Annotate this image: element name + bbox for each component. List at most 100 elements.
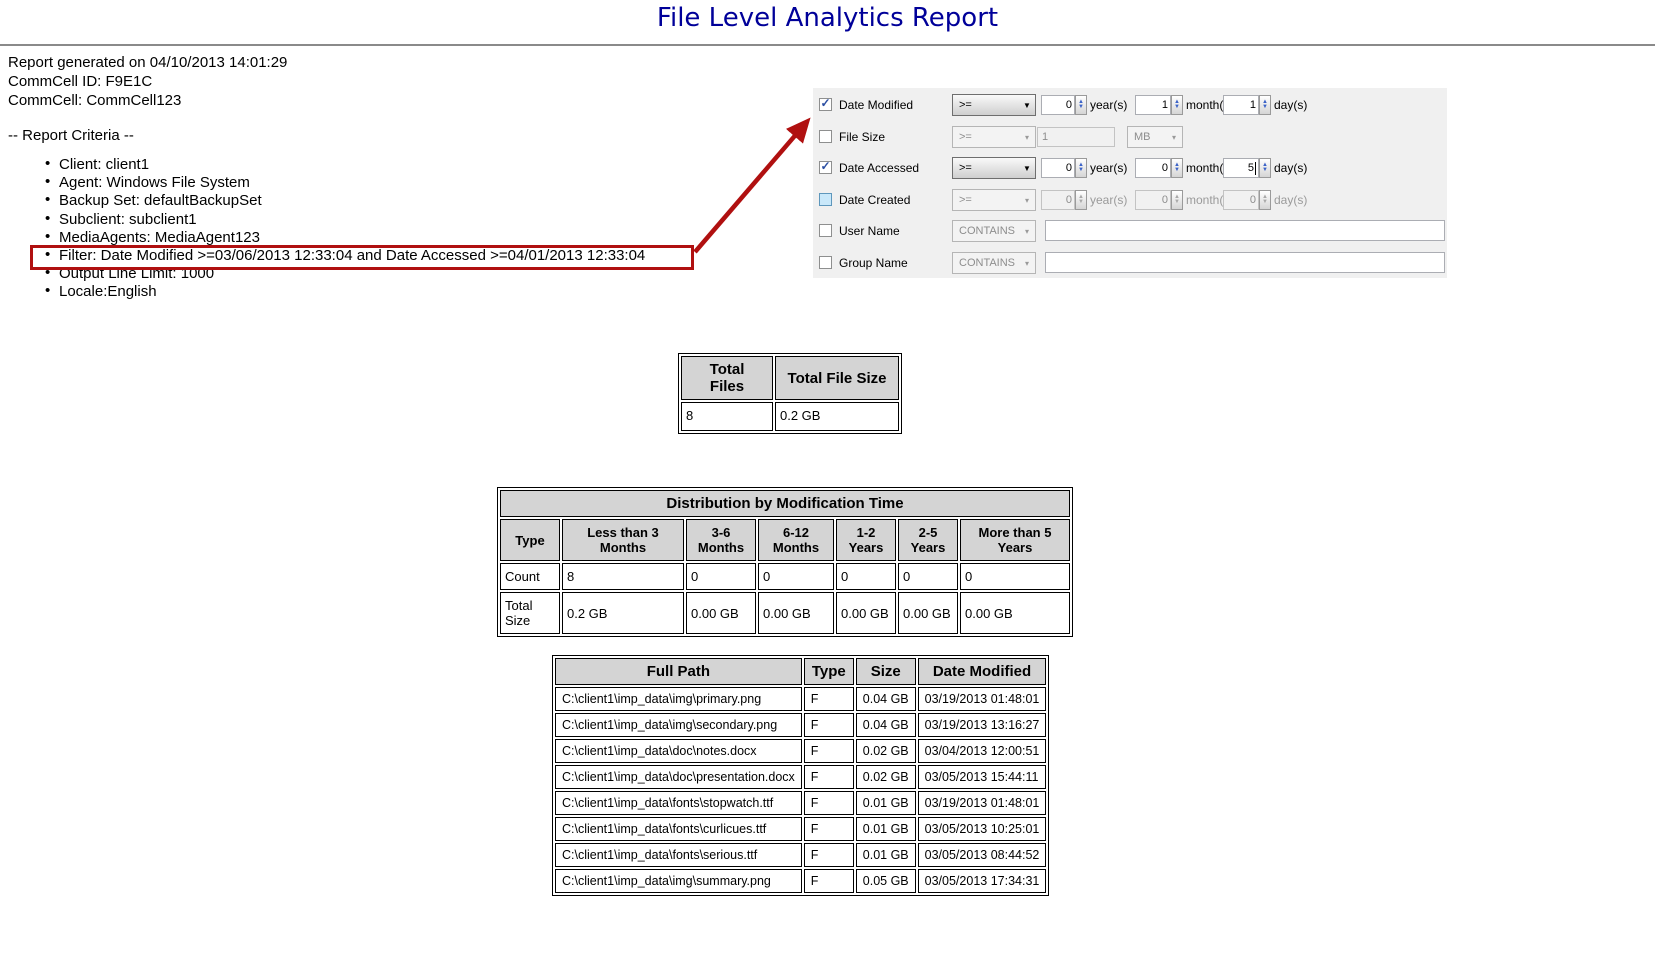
file-path: C:\client1\imp_data\img\secondary.png xyxy=(555,713,802,737)
criteria-item-filter: Filter: Date Modified >=03/06/2013 12:33… xyxy=(45,247,645,265)
criteria-item-agent: Agent: Windows File System xyxy=(45,174,645,192)
file-list-table: Full Path Type Size Date Modified C:\cli… xyxy=(552,655,1049,896)
criteria-heading: -- Report Criteria -- xyxy=(8,127,134,144)
date-accessed-month-input[interactable]: 0 xyxy=(1135,158,1171,178)
user-name-operator-select[interactable]: CONTAINS ▾ xyxy=(952,220,1036,242)
date-created-month-input[interactable]: 0 xyxy=(1135,190,1171,210)
report-meta: Report generated on 04/10/2013 14:01:29 … xyxy=(8,53,287,110)
year-unit-label: year(s) xyxy=(1090,193,1127,207)
file-date: 03/19/2013 01:48:01 xyxy=(918,791,1047,815)
cell: 8 xyxy=(562,563,684,590)
spin-down-icon: ▼ xyxy=(1262,168,1268,173)
cell: 0 xyxy=(960,563,1070,590)
year-value: 0 xyxy=(1066,162,1072,174)
file-date: 03/19/2013 01:48:01 xyxy=(918,687,1047,711)
col-header-type: Type xyxy=(804,658,854,685)
col-header: More than 5 Years xyxy=(960,519,1070,561)
cell: 0 xyxy=(898,563,958,590)
table-header-row: Full Path Type Size Date Modified xyxy=(555,658,1046,685)
date-modified-operator-select[interactable]: >= ▼ xyxy=(952,94,1036,116)
file-type: F xyxy=(804,817,854,841)
file-type: F xyxy=(804,791,854,815)
file-type: F xyxy=(804,713,854,737)
table-row: 8 0.2 GB xyxy=(681,402,899,431)
totals-table: Total Files Total File Size 8 0.2 GB xyxy=(678,353,902,434)
total-file-size-header: Total File Size xyxy=(775,356,899,400)
date-modified-day-stepper[interactable]: ▲▼ xyxy=(1259,95,1271,115)
filter-row-file-size: ✓ File Size >= ▾ 1 MB ▾ xyxy=(813,126,1447,148)
day-unit-label: day(s) xyxy=(1274,98,1307,112)
day-unit-label: day(s) xyxy=(1274,161,1307,175)
cell: 0 xyxy=(836,563,896,590)
date-modified-month-input[interactable]: 1 xyxy=(1135,95,1171,115)
date-modified-checkbox[interactable]: ✓ xyxy=(819,98,832,111)
group-name-operator-select[interactable]: CONTAINS ▾ xyxy=(952,252,1036,274)
col-header-date-modified: Date Modified xyxy=(918,658,1047,685)
table-row: C:\client1\imp_data\fonts\stopwatch.ttf … xyxy=(555,791,1046,815)
date-created-day-input[interactable]: 0 xyxy=(1223,190,1259,210)
file-path: C:\client1\imp_data\fonts\stopwatch.ttf xyxy=(555,791,802,815)
chevron-down-icon: ▾ xyxy=(1166,133,1182,142)
cell: 0 xyxy=(758,563,834,590)
file-type: F xyxy=(804,687,854,711)
month-value: 0 xyxy=(1162,162,1168,174)
date-accessed-checkbox[interactable]: ✓ xyxy=(819,161,832,174)
date-accessed-year-input[interactable]: 0 xyxy=(1041,158,1075,178)
file-size: 0.01 GB xyxy=(856,843,916,867)
date-accessed-month-stepper[interactable]: ▲▼ xyxy=(1171,158,1183,178)
text-cursor xyxy=(1255,162,1256,175)
criteria-item-client: Client: client1 xyxy=(45,156,645,174)
distribution-title: Distribution by Modification Time xyxy=(500,490,1070,517)
size-value: 1 xyxy=(1042,131,1048,143)
user-name-checkbox[interactable]: ✓ xyxy=(819,224,832,237)
date-created-month-stepper[interactable]: ▲▼ xyxy=(1171,190,1183,210)
group-name-input[interactable] xyxy=(1045,252,1445,273)
file-size-operator-select[interactable]: >= ▾ xyxy=(952,126,1036,148)
date-accessed-year-stepper[interactable]: ▲▼ xyxy=(1075,158,1087,178)
date-accessed-operator-select[interactable]: >= ▼ xyxy=(952,157,1036,179)
file-path: C:\client1\imp_data\doc\notes.docx xyxy=(555,739,802,763)
user-name-input[interactable] xyxy=(1045,220,1445,241)
date-accessed-day-input[interactable]: 5 xyxy=(1223,158,1259,178)
date-created-checkbox[interactable]: ✓ xyxy=(819,193,832,206)
commcell-name-line: CommCell: CommCell123 xyxy=(8,91,287,110)
filter-row-date-accessed: ✓ Date Accessed >= ▼ 0 ▲▼ year(s) 0 ▲▼ m… xyxy=(813,157,1447,179)
date-created-day-stepper[interactable]: ▲▼ xyxy=(1259,190,1271,210)
criteria-item-output-limit: Output Line Limit: 1000 xyxy=(45,265,645,283)
report-page: File Level Analytics Report Report gener… xyxy=(0,0,1655,961)
file-size: 0.02 GB xyxy=(856,765,916,789)
operator-value: >= xyxy=(953,131,1019,143)
date-created-year-stepper[interactable]: ▲▼ xyxy=(1075,190,1087,210)
file-size: 0.02 GB xyxy=(856,739,916,763)
spin-down-icon: ▼ xyxy=(1078,105,1084,110)
date-created-year-input[interactable]: 0 xyxy=(1041,190,1075,210)
date-accessed-day-stepper[interactable]: ▲▼ xyxy=(1259,158,1271,178)
cell: 0.00 GB xyxy=(686,592,756,634)
col-header: Less than 3 Months xyxy=(562,519,684,561)
file-type: F xyxy=(804,739,854,763)
cell: 0.00 GB xyxy=(898,592,958,634)
date-created-operator-select[interactable]: >= ▾ xyxy=(952,189,1036,211)
group-name-checkbox[interactable]: ✓ xyxy=(819,256,832,269)
file-size-checkbox[interactable]: ✓ xyxy=(819,130,832,143)
filter-row-group-name: ✓ Group Name CONTAINS ▾ xyxy=(813,252,1447,274)
criteria-item-mediaagents: MediaAgents: MediaAgent123 xyxy=(45,229,645,247)
file-size-value-input[interactable]: 1 xyxy=(1037,127,1115,147)
annotation-arrow xyxy=(655,100,830,265)
date-modified-year-stepper[interactable]: ▲▼ xyxy=(1075,95,1087,115)
table-row: C:\client1\imp_data\doc\notes.docx F 0.0… xyxy=(555,739,1046,763)
file-type: F xyxy=(804,765,854,789)
date-modified-year-input[interactable]: 0 xyxy=(1041,95,1075,115)
group-name-label: Group Name xyxy=(839,256,908,270)
file-date: 03/05/2013 15:44:11 xyxy=(918,765,1047,789)
date-modified-day-input[interactable]: 1 xyxy=(1223,95,1259,115)
col-header-full-path: Full Path xyxy=(555,658,802,685)
col-header: 6-12 Months xyxy=(758,519,834,561)
day-value: 5 xyxy=(1248,162,1254,174)
criteria-list: Client: client1 Agent: Windows File Syst… xyxy=(45,156,645,302)
file-size-unit-select[interactable]: MB ▾ xyxy=(1127,126,1183,148)
date-modified-month-stepper[interactable]: ▲▼ xyxy=(1171,95,1183,115)
chevron-down-icon: ▾ xyxy=(1019,227,1035,236)
file-path: C:\client1\imp_data\img\primary.png xyxy=(555,687,802,711)
col-header: 1-2 Years xyxy=(836,519,896,561)
